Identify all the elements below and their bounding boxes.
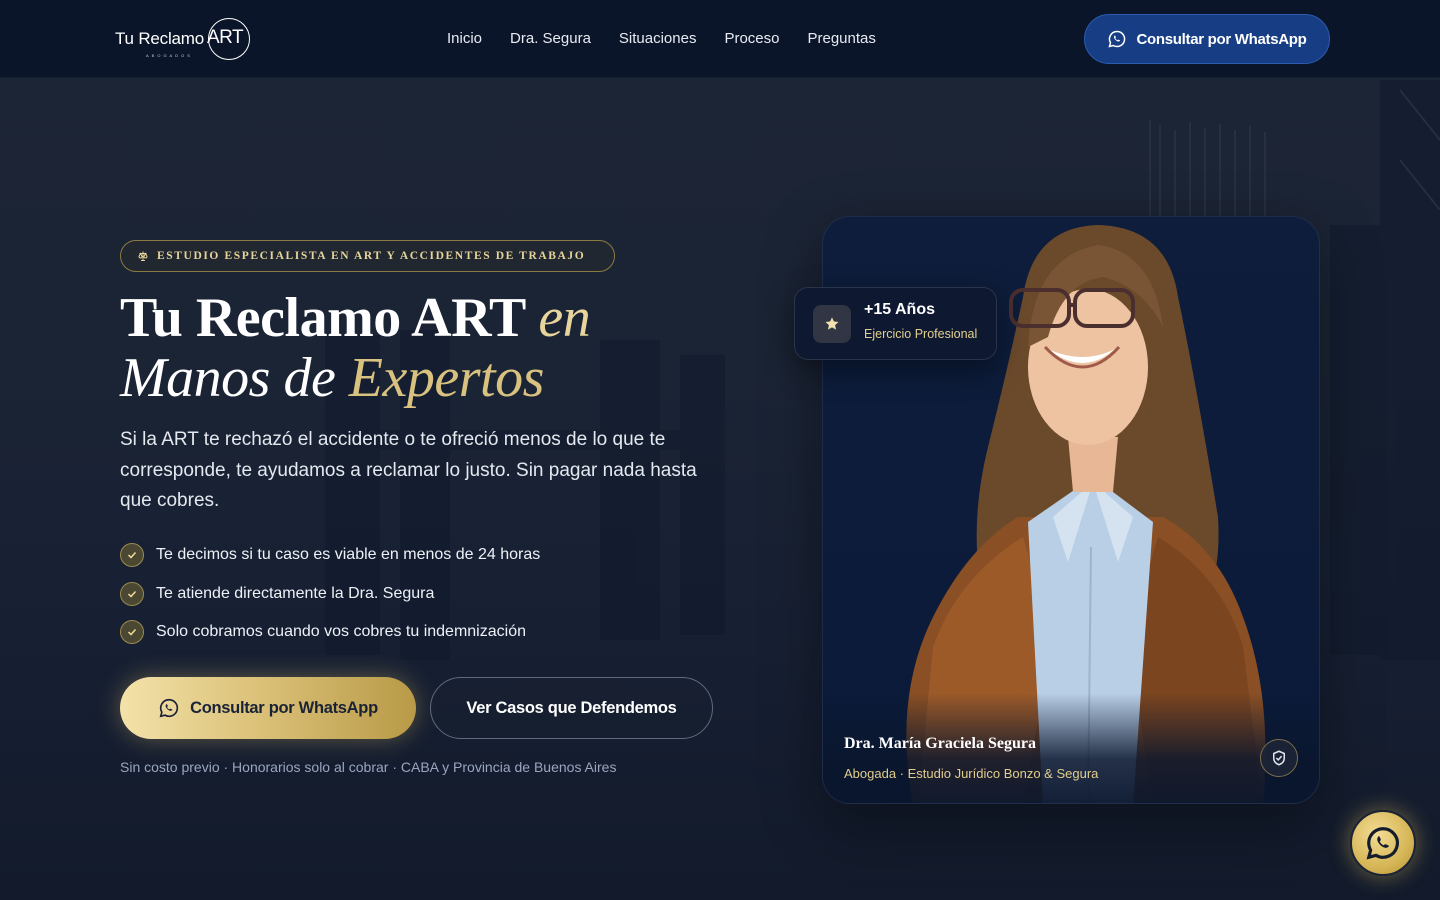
profile-role: Abogada · Estudio Jurídico Bonzo & Segur…	[844, 766, 1099, 781]
hero-title-line2-b: Expertos	[348, 347, 545, 409]
hero-subtitle: Si la ART te rechazó el accidente o te o…	[120, 429, 697, 511]
nav-preguntas[interactable]: Preguntas	[808, 30, 876, 47]
hero-title-line2: Manos de Expertos	[120, 348, 740, 408]
logo-subtitle: ABOGADOS	[146, 53, 193, 58]
nav-situaciones[interactable]: Situaciones	[619, 30, 697, 47]
benefit-item: Solo cobramos cuando vos cobres tu indem…	[120, 620, 540, 644]
whatsapp-consult-button[interactable]: Consultar por WhatsApp	[120, 677, 416, 739]
whatsapp-icon	[159, 698, 179, 718]
logo-art: ART	[207, 27, 244, 48]
star-icon	[813, 305, 851, 343]
whatsapp-icon	[1108, 30, 1126, 48]
hero-title: Tu Reclamo ART en Manos de Expertos	[120, 288, 740, 408]
main-nav: Inicio Dra. Segura Situaciones Proceso P…	[447, 30, 904, 47]
benefit-text: Te atiende directamente la Dra. Segura	[156, 584, 435, 602]
benefit-item: Te decimos si tu caso es viable en menos…	[120, 543, 540, 567]
profile-name: Dra. María Graciela Segura	[844, 735, 1036, 752]
nav-inicio[interactable]: Inicio	[447, 30, 482, 47]
benefit-text: Te decimos si tu caso es viable en menos…	[156, 546, 541, 563]
experience-label: Ejercicio Profesional	[864, 327, 978, 341]
nav-proceso[interactable]: Proceso	[724, 30, 779, 47]
benefit-text: Solo cobramos cuando vos cobres tu indem…	[156, 623, 526, 640]
benefits-list: Te decimos si tu caso es viable en menos…	[120, 543, 540, 659]
view-cases-button[interactable]: Ver Casos que Defendemos	[430, 677, 713, 739]
site-logo[interactable]: Tu Reclamo ART ABOGADOS	[115, 18, 255, 60]
benefit-item: Te atiende directamente la Dra. Segura	[120, 581, 540, 606]
hero-title-part2: en	[538, 287, 591, 349]
check-icon	[120, 581, 144, 606]
check-icon	[120, 543, 144, 567]
header-whatsapp-button[interactable]: Consultar por WhatsApp	[1084, 14, 1330, 64]
experience-years: +15 Años	[864, 301, 935, 318]
specialist-badge: ESTUDIO ESPECIALISTA EN ART Y ACCIDENTES…	[120, 240, 615, 272]
hero-title-line2-a: Manos de	[120, 347, 349, 409]
hero-title-part1: Tu Reclamo ART	[120, 287, 539, 349]
site-header: Tu Reclamo ART ABOGADOS Inicio Dra. Segu…	[0, 0, 1440, 78]
check-icon	[120, 620, 144, 644]
hero-footnote: Sin costo previo · Honorarios solo al co…	[120, 759, 617, 775]
nav-dra-segura[interactable]: Dra. Segura	[510, 30, 591, 47]
primary-button-label: Consultar por WhatsApp	[190, 698, 378, 717]
whatsapp-icon	[1366, 827, 1399, 860]
experience-badge: +15 Años Ejercicio Profesional	[794, 287, 997, 360]
shield-check-icon	[1260, 739, 1298, 777]
specialist-badge-text: ESTUDIO ESPECIALISTA EN ART Y ACCIDENTES…	[157, 250, 586, 262]
secondary-button-label: Ver Casos que Defendemos	[466, 698, 677, 717]
scale-icon	[138, 251, 148, 261]
floating-whatsapp-button[interactable]	[1350, 810, 1416, 876]
logo-text: Tu Reclamo	[115, 29, 205, 48]
header-cta-label: Consultar por WhatsApp	[1136, 30, 1307, 48]
